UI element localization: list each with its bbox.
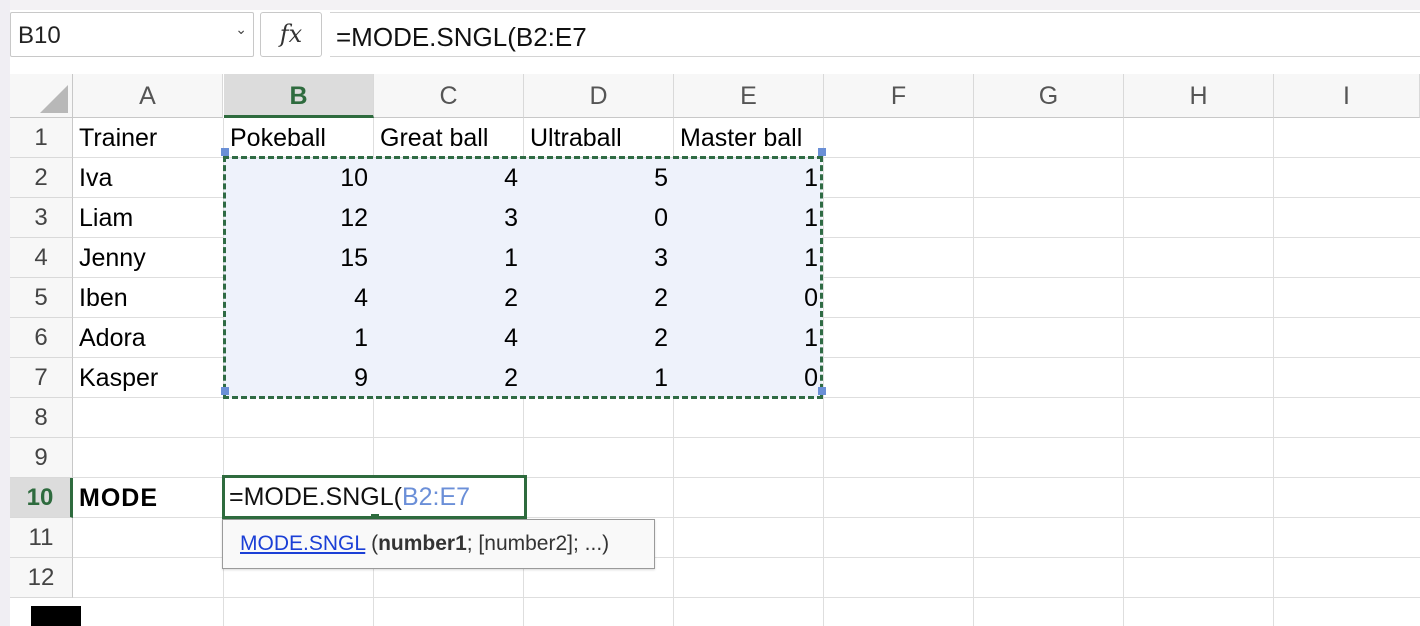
gridline-h xyxy=(73,437,1420,438)
insert-function-button[interactable]: fx xyxy=(260,12,322,57)
selected-range-border xyxy=(223,156,823,399)
function-help-link[interactable]: MODE.SNGL xyxy=(240,532,365,555)
signature-rest: ; [number2]; ...) xyxy=(466,532,610,555)
formula-prefix: =MODE.SNGL( xyxy=(229,483,402,511)
chevron-down-icon[interactable]: ⌄ xyxy=(235,21,247,38)
formula-text: =MODE.SNGL(B2:E7 xyxy=(336,22,587,52)
function-tooltip: MODE.SNGL (number1; [number2]; ...) xyxy=(222,519,655,569)
range-resize-handle[interactable] xyxy=(818,387,826,395)
header-cell[interactable]: Trainer xyxy=(73,118,223,158)
column-header-g[interactable]: G xyxy=(974,74,1124,118)
trainer-cell[interactable]: Kasper xyxy=(73,358,223,398)
row-header-7[interactable]: 7 xyxy=(10,358,73,398)
column-header-f[interactable]: F xyxy=(824,74,974,118)
row-header-2[interactable]: 2 xyxy=(10,158,73,198)
formula-bar: B10 ⌄ fx =MODE.SNGL(B2:E7 xyxy=(0,0,1420,66)
active-cell-formula: =MODE.SNGL(B2:E7 xyxy=(229,483,470,512)
column-header-d[interactable]: D xyxy=(524,74,674,118)
fx-icon: fx xyxy=(279,20,303,48)
row-header-8[interactable]: 8 xyxy=(10,398,73,438)
spreadsheet-grid: A B C D E F G H I 1 2 3 4 5 6 7 8 9 10 11 12 Trainer Pokeball G… xyxy=(0,66,1420,626)
select-all-triangle-icon xyxy=(40,85,68,113)
row-header-6[interactable]: 6 xyxy=(10,318,73,358)
column-header-c[interactable]: C xyxy=(374,74,524,118)
row-header-10[interactable]: 10 xyxy=(10,478,73,518)
select-all-corner[interactable] xyxy=(10,74,73,118)
range-resize-handle[interactable] xyxy=(221,148,229,156)
gridline-h xyxy=(73,597,1420,598)
row-header-3[interactable]: 3 xyxy=(10,198,73,238)
redaction-bar xyxy=(31,606,81,626)
column-header-h[interactable]: H xyxy=(1124,74,1274,118)
row-header-12[interactable]: 12 xyxy=(10,558,73,598)
formula-range-ref: B2:E7 xyxy=(401,483,471,511)
row-header-4[interactable]: 4 xyxy=(10,238,73,278)
trainer-cell[interactable]: Iben xyxy=(73,278,223,318)
header-cell[interactable]: Great ball xyxy=(374,118,524,158)
trainer-cell[interactable]: Iva xyxy=(73,158,223,198)
header-cell[interactable]: Master ball xyxy=(674,118,824,158)
row-header-11[interactable]: 11 xyxy=(10,518,73,558)
range-resize-handle[interactable] xyxy=(818,148,826,156)
name-box-value: B10 xyxy=(18,22,61,49)
trainer-cell[interactable]: Liam xyxy=(73,198,223,238)
row-header-5[interactable]: 5 xyxy=(10,278,73,318)
mode-label-cell[interactable]: MODE xyxy=(73,478,223,518)
name-box[interactable]: B10 ⌄ xyxy=(10,12,254,57)
range-resize-handle[interactable] xyxy=(221,387,229,395)
column-header-b[interactable]: B xyxy=(224,74,374,118)
trainer-cell[interactable]: Adora xyxy=(73,318,223,358)
row-header-9[interactable]: 9 xyxy=(10,438,73,478)
signature-arg-current: number1 xyxy=(378,532,467,555)
gridline-v xyxy=(973,118,974,626)
row-header-1[interactable]: 1 xyxy=(10,118,73,158)
active-cell-editor[interactable]: =MODE.SNGL(B2:E7 xyxy=(222,475,527,519)
header-cell[interactable]: Ultraball xyxy=(524,118,674,158)
function-signature: MODE.SNGL (number1; [number2]; ...) xyxy=(240,532,609,556)
signature-open: ( xyxy=(365,532,379,555)
column-header-i[interactable]: I xyxy=(1274,74,1420,118)
gridline-v xyxy=(1273,118,1274,626)
header-cell[interactable]: Pokeball xyxy=(224,118,374,158)
gridline-v xyxy=(1123,118,1124,626)
trainer-cell[interactable]: Jenny xyxy=(73,238,223,278)
formula-input[interactable]: =MODE.SNGL(B2:E7 xyxy=(330,12,1420,57)
column-header-a[interactable]: A xyxy=(73,74,223,118)
column-header-e[interactable]: E xyxy=(674,74,824,118)
